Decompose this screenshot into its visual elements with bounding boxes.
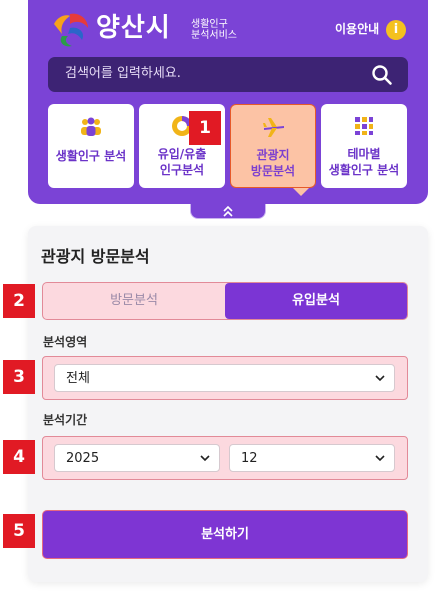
chevron-up-icon <box>223 206 233 217</box>
marker-1: 1 <box>189 111 221 145</box>
tile-label-line1: 유입/유출 <box>157 147 207 161</box>
people-icon <box>81 117 101 136</box>
analysis-type-toggle: 방문분석 유입분석 <box>42 282 408 320</box>
tile-label-line2: 생활인구 분석 <box>328 163 400 177</box>
tile-label: 유입/유출 인구분석 <box>139 146 225 178</box>
tile-label-line1: 생활인구 분석 <box>55 149 127 163</box>
area-select[interactable]: 전체 <box>54 364 395 392</box>
visit-analysis-tab[interactable]: 방문분석 <box>43 283 225 319</box>
area-highlight: 전체 <box>42 356 408 400</box>
info-icon[interactable]: i <box>386 20 406 40</box>
chevron-down-icon <box>200 455 210 462</box>
marker-5: 5 <box>3 514 35 548</box>
period-highlight: 2025 12 <box>42 436 408 480</box>
chevron-down-icon <box>375 375 385 382</box>
search-bar[interactable]: 검색어를 입력하세요. <box>48 57 408 92</box>
tile-label: 생활인구 분석 <box>48 148 134 164</box>
analysis-panel: 관광지 방문분석 방문분석 유입분석 분석영역 전체 분석기간 2025 12 … <box>28 226 428 582</box>
tile-label-line2: 인구분석 <box>159 163 205 177</box>
guide-link[interactable]: 이용안내 <box>335 20 379 38</box>
tile-tourist-visit[interactable]: 관광지 방문분석 <box>230 104 316 188</box>
header-panel: 양산시 생활인구 분석서비스 이용안내 i 검색어를 입력하세요. 생활인구 분… <box>28 0 428 204</box>
tile-theme-analysis[interactable]: 테마별 생활인구 분석 <box>321 104 407 188</box>
year-select-value: 2025 <box>66 451 100 466</box>
period-label: 분석기간 <box>43 413 88 427</box>
year-select[interactable]: 2025 <box>54 444 220 472</box>
search-placeholder: 검색어를 입력하세요. <box>65 66 181 81</box>
area-select-value: 전체 <box>66 371 90 386</box>
marker-2: 2 <box>3 284 35 318</box>
month-select-value: 12 <box>241 451 258 466</box>
collapse-toggle[interactable] <box>190 204 266 219</box>
area-label: 분석영역 <box>43 335 88 349</box>
yangsan-logo[interactable] <box>48 10 92 50</box>
search-icon[interactable] <box>371 64 393 86</box>
grid-icon <box>355 117 373 135</box>
brand-subtitle-line1: 생활인구 <box>191 19 228 30</box>
brand-subtitle-line2: 분석서비스 <box>191 30 237 41</box>
chevron-down-icon <box>375 455 385 462</box>
tile-label: 테마별 생활인구 분석 <box>321 146 407 178</box>
marker-3: 3 <box>3 360 35 394</box>
tile-label: 관광지 방문분석 <box>231 147 315 179</box>
brand-subtitle: 생활인구 분석서비스 <box>191 19 237 41</box>
analyze-button[interactable]: 분석하기 <box>42 510 408 559</box>
month-select[interactable]: 12 <box>229 444 395 472</box>
brand-name: 양산시 <box>96 13 171 43</box>
panel-title: 관광지 방문분석 <box>41 247 150 266</box>
tile-label-line1: 관광지 <box>256 148 290 162</box>
inflow-analysis-tab[interactable]: 유입분석 <box>225 283 407 319</box>
marker-4: 4 <box>3 440 35 474</box>
tile-label-line2: 방문분석 <box>250 164 296 178</box>
tile-label-line1: 테마별 <box>347 147 381 161</box>
airplane-icon <box>263 118 284 137</box>
active-tile-pointer <box>293 188 309 196</box>
tile-population-analysis[interactable]: 생활인구 분석 <box>48 104 134 188</box>
